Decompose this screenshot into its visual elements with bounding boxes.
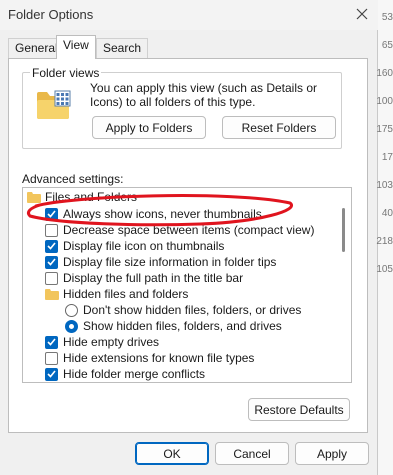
reset-folders-button[interactable]: Reset Folders: [222, 116, 336, 139]
background-number: 40: [381, 208, 393, 219]
background-number: 218: [376, 236, 393, 247]
cancel-button[interactable]: Cancel: [215, 442, 289, 465]
radio-button[interactable]: [65, 303, 78, 317]
title-bar: Folder Options: [0, 0, 378, 30]
option-label: Display the full path in the title bar: [63, 271, 244, 285]
apply-to-folders-button[interactable]: Apply to Folders: [92, 116, 206, 139]
option-label: Hide folder merge conflicts: [63, 367, 206, 381]
checkbox[interactable]: [45, 271, 58, 285]
option-label: Display file size information in folder …: [63, 255, 277, 269]
folder-views-title: Folder views: [30, 66, 102, 80]
tree-group-label: Hidden files and folders: [63, 287, 189, 301]
checkbox[interactable]: [45, 335, 58, 349]
option-label: Display file icon on thumbnails: [63, 239, 225, 253]
background-window-strip: 53 65 160 100 175 17 103 40 218 105: [376, 0, 393, 475]
checkmark-icon: [47, 370, 56, 378]
background-number: 17: [381, 152, 393, 163]
close-button[interactable]: [350, 2, 374, 26]
option-display-file-icon[interactable]: Display file icon on thumbnails: [45, 238, 224, 254]
checkmark-icon: [47, 210, 56, 218]
apply-button[interactable]: Apply: [295, 442, 369, 465]
option-display-full-path[interactable]: Display the full path in the title bar: [45, 270, 243, 286]
checkmark-icon: [47, 242, 56, 250]
folder-icon: [27, 191, 41, 203]
advanced-settings-label: Advanced settings:: [22, 172, 124, 186]
close-icon: [356, 8, 368, 20]
option-label: Show hidden files, folders, and drives: [83, 319, 282, 333]
checkmark-icon: [47, 338, 56, 346]
option-label: Decrease space between items (compact vi…: [63, 223, 315, 237]
tree-group-files-and-folders: Files and Folders: [27, 189, 137, 205]
option-display-file-size[interactable]: Display file size information in folder …: [45, 254, 276, 270]
checkbox[interactable]: [45, 223, 58, 237]
option-label: Always show icons, never thumbnails: [63, 207, 262, 221]
tab-search[interactable]: Search: [96, 38, 149, 58]
option-show-hidden[interactable]: Show hidden files, folders, and drives: [65, 318, 282, 334]
window-title: Folder Options: [8, 7, 94, 22]
restore-defaults-button[interactable]: Restore Defaults: [248, 398, 350, 421]
checkbox[interactable]: [45, 255, 58, 269]
checkbox[interactable]: [45, 351, 58, 365]
option-hide-extensions[interactable]: Hide extensions for known file types: [45, 350, 254, 366]
radio-button[interactable]: [65, 319, 78, 333]
tree-group-hidden-files: Hidden files and folders: [45, 286, 188, 302]
tree-group-label: Files and Folders: [45, 190, 138, 204]
folder-view-icon: [37, 90, 71, 119]
folder-icon: [45, 288, 59, 300]
checkmark-icon: [47, 258, 56, 266]
option-hide-merge-conflicts[interactable]: Hide folder merge conflicts: [45, 366, 205, 382]
option-label: Hide extensions for known file types: [63, 351, 255, 365]
checkbox[interactable]: [45, 367, 58, 381]
background-number: 53: [381, 12, 393, 23]
background-number: 65: [381, 40, 393, 51]
background-number: 100: [376, 96, 393, 107]
option-decrease-space[interactable]: Decrease space between items (compact vi…: [45, 222, 314, 238]
option-always-show-icons[interactable]: Always show icons, never thumbnails: [45, 206, 262, 222]
background-number: 105: [376, 264, 393, 275]
advanced-settings-list[interactable]: Files and Folders Always show icons, nev…: [22, 187, 352, 383]
option-hide-empty-drives[interactable]: Hide empty drives: [45, 334, 159, 350]
checkbox[interactable]: [45, 239, 58, 253]
checkbox[interactable]: [45, 207, 58, 221]
ok-button[interactable]: OK: [135, 442, 209, 465]
background-number: 103: [376, 180, 393, 191]
background-number: 160: [376, 68, 393, 79]
option-label: Don't show hidden files, folders, or dri…: [83, 303, 302, 317]
folder-views-description: You can apply this view (such as Details…: [90, 81, 318, 109]
background-number: 175: [376, 124, 393, 135]
folder-options-dialog: Folder Options General View Search Folde…: [0, 0, 378, 475]
scrollbar-thumb[interactable]: [342, 208, 345, 252]
tab-view[interactable]: View: [56, 35, 96, 59]
option-dont-show-hidden[interactable]: Don't show hidden files, folders, or dri…: [65, 302, 301, 318]
option-label: Hide empty drives: [63, 335, 160, 349]
list-scrollbar[interactable]: [338, 188, 350, 382]
